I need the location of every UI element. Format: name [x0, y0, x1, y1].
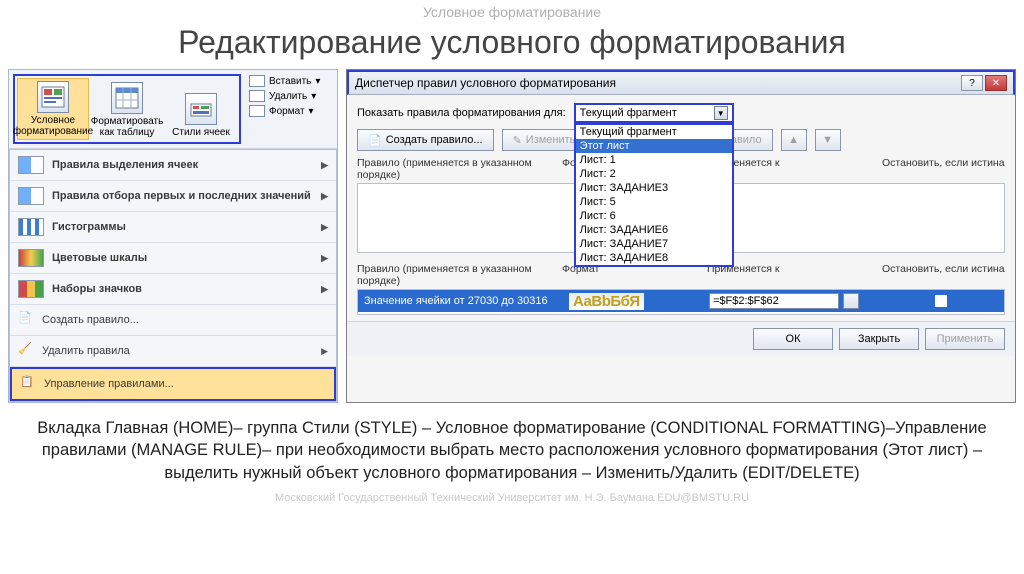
rule-format-preview: АаВbБбЯ [569, 293, 709, 310]
databars-icon [18, 218, 44, 236]
iconsets-icon [18, 280, 44, 298]
scope-option[interactable]: Текущий фрагмент [576, 125, 732, 139]
colorscales-icon [18, 249, 44, 267]
range-select-button[interactable] [843, 293, 859, 309]
new-rule-button[interactable]: 📄Создать правило... [357, 129, 494, 151]
chevron-right-icon: ▶ [321, 160, 328, 171]
format-icon [249, 105, 265, 117]
chevron-right-icon: ▶ [321, 222, 328, 233]
dialog-titlebar[interactable]: Диспетчер правил условного форматировани… [347, 70, 1015, 95]
table-icon [111, 82, 143, 114]
scope-dropdown-list: Текущий фрагментЭтот листЛист: 1Лист: 2Л… [574, 123, 734, 267]
menu-clear-rules[interactable]: 🧹Удалить правила▶ [10, 336, 336, 367]
scope-option[interactable]: Лист: 1 [576, 153, 732, 167]
chevron-down-icon[interactable]: ▼ [714, 106, 728, 120]
edit-icon: ✎ [513, 134, 522, 147]
highlight-icon [18, 156, 44, 174]
scope-option[interactable]: Лист: 5 [576, 195, 732, 209]
format-button[interactable]: Формат▾ [247, 104, 322, 118]
rule-description: Значение ячейки от 27030 до 30316 [364, 295, 569, 307]
scope-option[interactable]: Лист: ЗАДАНИЕ8 [576, 251, 732, 265]
range-input[interactable] [709, 293, 839, 309]
scope-option[interactable]: Лист: ЗАДАНИЕ6 [576, 223, 732, 237]
slide-footer: Московский Государственный Технический У… [0, 486, 1024, 504]
clear-icon: 🧹 [18, 342, 34, 360]
move-up-button[interactable]: ▲ [781, 129, 807, 151]
help-button[interactable]: ? [961, 75, 983, 91]
chevron-right-icon: ▶ [321, 253, 328, 264]
new-icon: 📄 [368, 134, 382, 147]
ok-button[interactable]: ОК [753, 328, 833, 350]
chevron-down-icon: ▾ [309, 106, 314, 117]
close-dialog-button[interactable]: Закрыть [839, 328, 919, 350]
manage-icon: 📋 [20, 375, 36, 393]
menu-color-scales[interactable]: Цветовые шкалы▶ [10, 243, 336, 274]
delete-icon [249, 90, 265, 102]
scope-option[interactable]: Лист: ЗАДАНИЕ3 [576, 181, 732, 195]
chevron-down-icon: ▾ [311, 91, 316, 102]
chevron-down-icon: ▾ [315, 76, 320, 87]
col-stop: Остановить, если истина [882, 157, 1005, 181]
cells-group: Вставить▾ Удалить▾ Формат▾ [247, 74, 322, 144]
insert-button[interactable]: Вставить▾ [247, 74, 322, 88]
cf-manager-dialog: Диспетчер правил условного форматировани… [346, 69, 1016, 403]
cf-dropdown-menu: Правила выделения ячеек▶ Правила отбора … [9, 149, 337, 402]
apply-button[interactable]: Применить [925, 328, 1005, 350]
ribbon-panel: Условное форматирование Форматировать ка… [8, 69, 338, 403]
move-down-button[interactable]: ▼ [815, 129, 841, 151]
dialog-title-text: Диспетчер правил условного форматировани… [355, 76, 616, 90]
menu-icon-sets[interactable]: Наборы значков▶ [10, 274, 336, 305]
rules-list[interactable]: Значение ячейки от 27030 до 30316 АаВbБб… [357, 289, 1005, 315]
cell-styles-icon [185, 93, 217, 125]
rule-applies-to [709, 293, 884, 309]
stop-if-true-checkbox[interactable] [935, 295, 947, 307]
cell-styles-button[interactable]: Стили ячеек [165, 91, 237, 140]
show-rules-for-label: Показать правила форматирования для: [357, 107, 566, 119]
slide-header: Условное форматирование [0, 0, 1024, 20]
scope-option[interactable]: Лист: ЗАДАНИЕ7 [576, 237, 732, 251]
menu-manage-rules[interactable]: 📋Управление правилами... [10, 367, 336, 401]
delete-button[interactable]: Удалить▾ [247, 89, 322, 103]
menu-data-bars[interactable]: Гистограммы▶ [10, 212, 336, 243]
menu-highlight-cells[interactable]: Правила выделения ячеек▶ [10, 150, 336, 181]
chevron-right-icon: ▶ [321, 346, 328, 357]
slide-title: Редактирование условного форматирования [0, 20, 1024, 69]
scope-option[interactable]: Этот лист [576, 139, 732, 153]
chevron-right-icon: ▶ [321, 284, 328, 295]
dialog-footer: ОК Закрыть Применить [347, 321, 1015, 356]
scope-option[interactable]: Лист: 2 [576, 167, 732, 181]
col-rule: Правило (применяется в указанном порядке… [357, 157, 562, 181]
topbottom-icon [18, 187, 44, 205]
chevron-right-icon: ▶ [321, 191, 328, 202]
scope-selected: Текущий фрагмент [580, 107, 677, 119]
new-rule-icon: 📄 [18, 311, 34, 329]
insert-icon [249, 75, 265, 87]
rule-row[interactable]: Значение ячейки от 27030 до 30316 АаВbБб… [358, 290, 1004, 312]
scope-combobox[interactable]: Текущий фрагмент ▼ [574, 103, 734, 123]
menu-top-bottom[interactable]: Правила отбора первых и последних значен… [10, 181, 336, 212]
menu-new-rule[interactable]: 📄Создать правило... [10, 305, 336, 336]
styles-group: Условное форматирование Форматировать ка… [13, 74, 241, 144]
conditional-formatting-button[interactable]: Условное форматирование [17, 78, 89, 140]
slide-description: Вкладка Главная (HOME)– группа Стили (ST… [0, 403, 1024, 486]
format-as-table-button[interactable]: Форматировать как таблицу [91, 80, 163, 140]
scope-option[interactable]: Лист: 6 [576, 209, 732, 223]
close-button[interactable]: ✕ [985, 75, 1007, 91]
cond-fmt-icon [37, 81, 69, 113]
